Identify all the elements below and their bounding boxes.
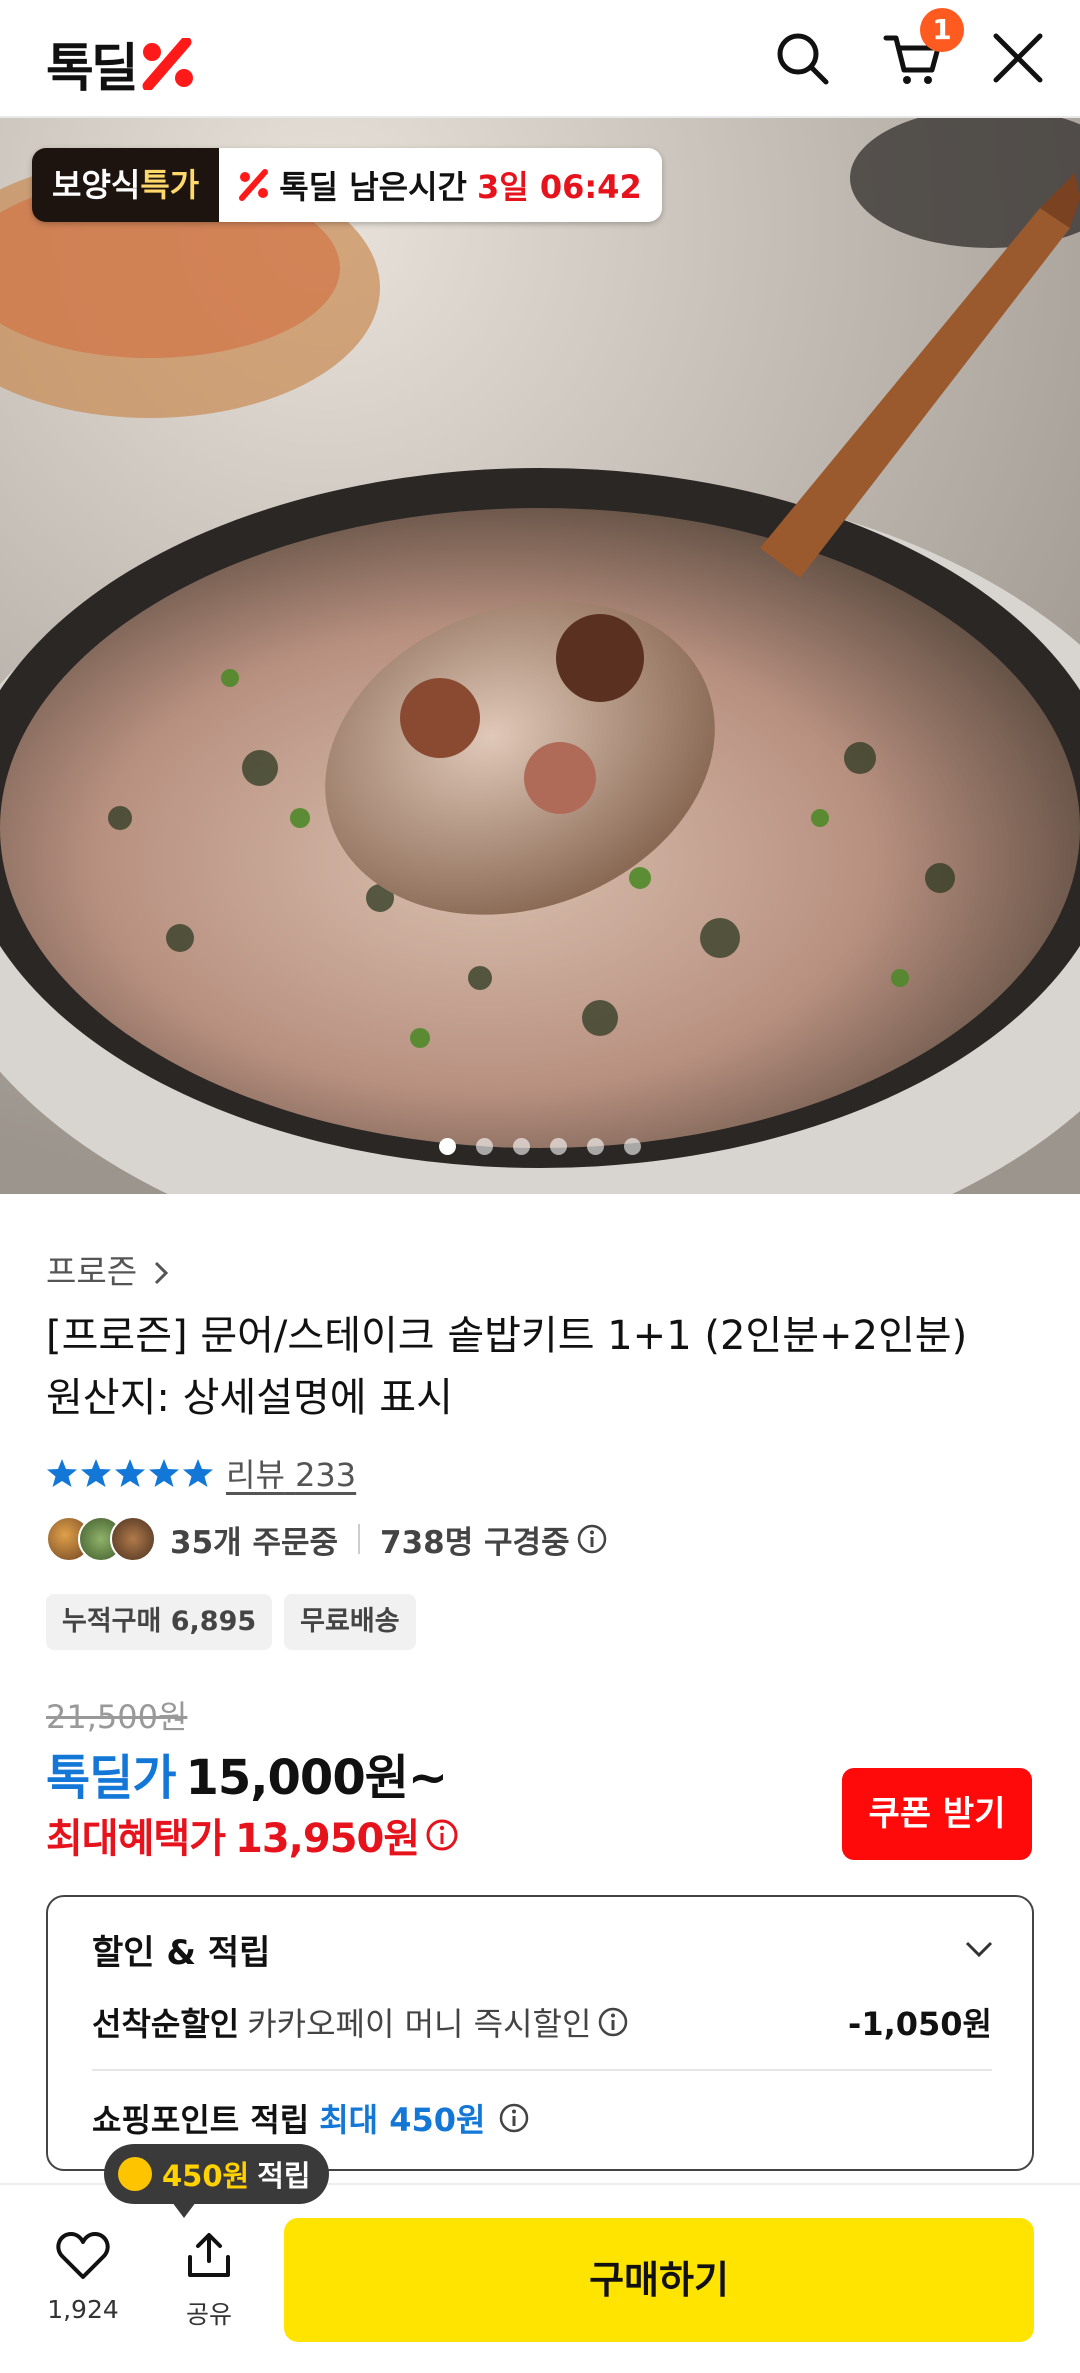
deal-price: 15,000원~ (185, 1750, 448, 1806)
max-benefit-row: 최대혜택가 13,950원 (46, 1806, 459, 1864)
info-icon[interactable] (576, 1523, 608, 1555)
bottom-action-bar: 1,924 공유 구매하기 (0, 2183, 1080, 2373)
timer-value: 3일 06:42 (477, 168, 642, 206)
carousel-dot[interactable] (550, 1138, 567, 1155)
tag-chip: 무료배송 (284, 1594, 416, 1650)
info-icon[interactable] (498, 2102, 530, 2134)
info-icon[interactable] (425, 1818, 459, 1852)
promo-tag: 보양식특가 (32, 148, 220, 222)
product-photo (0, 118, 1080, 1194)
product-image-carousel[interactable]: 보양식특가 톡딜 남은시간 3일 06:42 (0, 118, 1080, 1194)
star-icon (149, 1459, 179, 1487)
info-icon[interactable] (597, 2006, 629, 2038)
star-icon (115, 1459, 145, 1487)
ordering-count: 35개 주문중 (170, 1524, 339, 1561)
chevron-down-icon[interactable] (964, 1939, 994, 1959)
logo-text: 톡딜 (46, 39, 139, 99)
app-logo[interactable]: 톡딜 (46, 26, 198, 101)
rating-row[interactable]: 리뷰 233 (46, 1450, 356, 1496)
carousel-dot[interactable] (476, 1138, 493, 1155)
deal-timer: 톡딜 남은시간 3일 06:42 (219, 148, 662, 222)
share-label: 공유 (185, 2300, 232, 2329)
viewing-count: 738명 구경중 (380, 1524, 570, 1561)
product-tags: 누적구매 6,895 무료배송 (46, 1594, 416, 1650)
points-row: 쇼핑포인트 적립 최대 450원 (92, 2095, 530, 2141)
deal-label: 톡딜가 (46, 1750, 176, 1806)
divider (92, 2069, 992, 2071)
avatar (110, 1516, 156, 1562)
get-coupon-button[interactable]: 쿠폰 받기 (842, 1768, 1032, 1860)
star-icon (81, 1459, 111, 1487)
divider (358, 1524, 361, 1554)
original-price: 21,500원 (46, 1698, 188, 1736)
like-count: 1,924 (47, 2295, 119, 2324)
carousel-indicator (0, 1138, 1080, 1155)
buy-button[interactable]: 구매하기 (284, 2218, 1034, 2342)
social-proof-row: 35개 주문중 738명 구경중 (46, 1516, 608, 1562)
percent-icon (239, 169, 269, 201)
max-benefit-price: 13,950원 (235, 1816, 420, 1862)
benefits-title: 할인 & 적립 (92, 1933, 271, 1973)
carousel-dot[interactable] (513, 1138, 530, 1155)
discount-amount: -1,050원 (848, 2005, 992, 2043)
percent-logo-icon (142, 37, 193, 90)
cart-count-badge: 1 (920, 8, 964, 52)
first-come-discount-row: 선착순할인 카카오페이 머니 즉시할인 -1,050원 (92, 1999, 992, 2045)
close-icon[interactable] (986, 26, 1050, 90)
search-icon[interactable] (770, 26, 834, 90)
star-rating (46, 1457, 214, 1489)
chevron-right-icon (154, 1261, 168, 1285)
like-button[interactable]: 1,924 (28, 2231, 138, 2324)
max-benefit-label: 최대혜택가 (46, 1816, 226, 1862)
coin-icon (118, 2157, 152, 2191)
deal-timer-banner: 보양식특가 톡딜 남은시간 3일 06:42 (32, 148, 662, 222)
star-icon (183, 1459, 213, 1487)
points-tooltip: 450원 적립 (104, 2144, 329, 2218)
deal-price-row: 톡딜가 15,000원~ (46, 1738, 448, 1808)
product-title: [프로즌] 문어/스테이크 솥밥키트 1+1 (2인분+2인분) 원산지: 상세… (46, 1313, 968, 1421)
top-app-bar: 톡딜 1 (0, 0, 1080, 118)
share-icon (188, 2233, 230, 2277)
tooltip-suffix: 적립 (257, 2159, 311, 2193)
category-link[interactable]: 프로즌 (46, 1245, 170, 1293)
tooltip-amount: 450원 (162, 2159, 250, 2193)
star-icon (47, 1459, 77, 1487)
carousel-dot[interactable] (587, 1138, 604, 1155)
tag-chip: 누적구매 6,895 (46, 1594, 273, 1650)
carousel-dot[interactable] (439, 1138, 456, 1155)
heart-icon (56, 2232, 110, 2279)
timer-label: 톡딜 남은시간 (279, 168, 467, 206)
buyer-avatars (46, 1516, 156, 1562)
review-link[interactable]: 리뷰 233 (226, 1450, 356, 1496)
discount-benefits-panel[interactable]: 할인 & 적립 선착순할인 카카오페이 머니 즉시할인 -1,050원 쇼핑포인… (46, 1895, 1034, 2171)
carousel-dot[interactable] (624, 1138, 641, 1155)
share-button[interactable]: 공유 (154, 2231, 264, 2331)
